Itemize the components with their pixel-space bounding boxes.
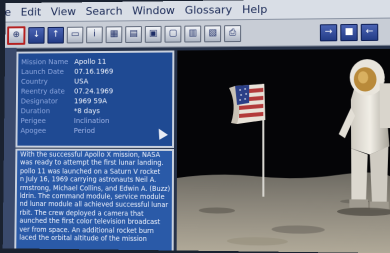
- print-icon[interactable]: ⎙: [224, 24, 242, 42]
- info-icon[interactable]: i: [86, 25, 103, 43]
- info-key: Launch Date: [21, 67, 64, 76]
- info-value: 07.24.1969: [74, 86, 114, 95]
- info-value: 07.16.1969: [74, 67, 114, 76]
- toolbar: ⊕ ↓ ↑ ▭ i ▦ ▤ ▣ ▢ ▥ ▧ ⎙ → ■ ←: [5, 18, 390, 49]
- grid-icon[interactable]: ▦: [105, 25, 123, 43]
- stop-icon[interactable]: ■: [340, 23, 358, 41]
- back-icon[interactable]: ←: [360, 23, 379, 41]
- book-icon[interactable]: ▥: [184, 25, 202, 42]
- info-row-mission-name: Mission Name Apollo 11: [21, 57, 106, 67]
- info-key: Duration: [20, 106, 51, 115]
- folder-icon[interactable]: ▭: [66, 26, 84, 43]
- menu-window[interactable]: Window: [132, 4, 175, 17]
- up-arrow-icon[interactable]: ↑: [47, 26, 64, 44]
- info-key: Reentry date: [20, 87, 65, 96]
- info-key: Mission Name: [21, 57, 69, 66]
- mission-info-panel: Mission Name Apollo 11 Launch Date 07.16…: [15, 50, 175, 148]
- description-line: laced the orbital altitude of the missio…: [19, 233, 147, 244]
- info-row-country: Country USA: [21, 77, 88, 87]
- down-arrow-icon[interactable]: ↓: [28, 26, 45, 44]
- info-key: Designator: [20, 96, 58, 105]
- menu-edit[interactable]: Edit: [21, 6, 42, 19]
- menu-view[interactable]: View: [51, 5, 76, 18]
- info-value: Period: [73, 126, 96, 135]
- info-value: 1969 59A: [73, 96, 107, 105]
- menu-search[interactable]: Search: [86, 5, 123, 18]
- info-value: USA: [74, 77, 89, 86]
- moon-landing-photo: [176, 48, 390, 253]
- menu-help[interactable]: Help: [242, 3, 267, 16]
- image-icon[interactable]: ▣: [144, 25, 162, 43]
- mission-description-panel[interactable]: With the successful Apollo X mission, NA…: [14, 148, 175, 251]
- menu-file[interactable]: le: [3, 6, 11, 19]
- page-icon[interactable]: ▧: [204, 24, 222, 42]
- info-value: Inclination: [73, 116, 110, 125]
- info-row-reentry-date: Reentry date 07.24.1969: [21, 86, 113, 96]
- info-key: Apogee: [20, 126, 47, 135]
- info-value: Apollo 11: [74, 57, 107, 66]
- menu-glossary[interactable]: Glossary: [185, 3, 232, 16]
- info-row-launch-date: Launch Date 07.16.1969: [21, 67, 113, 77]
- magnify-icon[interactable]: ⊕: [7, 25, 26, 45]
- info-value: *8 days: [73, 106, 100, 115]
- forward-icon[interactable]: →: [319, 23, 338, 41]
- info-key: Perigee: [20, 116, 46, 125]
- table-icon[interactable]: ▤: [125, 25, 142, 43]
- info-row-perigee: Perigee Inclination: [21, 116, 110, 126]
- info-key: Country: [20, 77, 48, 86]
- application-window: le Edit View Search Window Glossary Help…: [2, 0, 390, 253]
- info-row-duration: Duration *8 days: [21, 106, 100, 116]
- info-row-designator: Designator 1969 59A: [21, 96, 107, 106]
- info-row-apogee: Apogee Period: [20, 126, 95, 136]
- document-icon[interactable]: ▢: [164, 25, 182, 43]
- toolbar-spacer: [241, 32, 317, 33]
- moon-photo-illustration: [176, 48, 390, 253]
